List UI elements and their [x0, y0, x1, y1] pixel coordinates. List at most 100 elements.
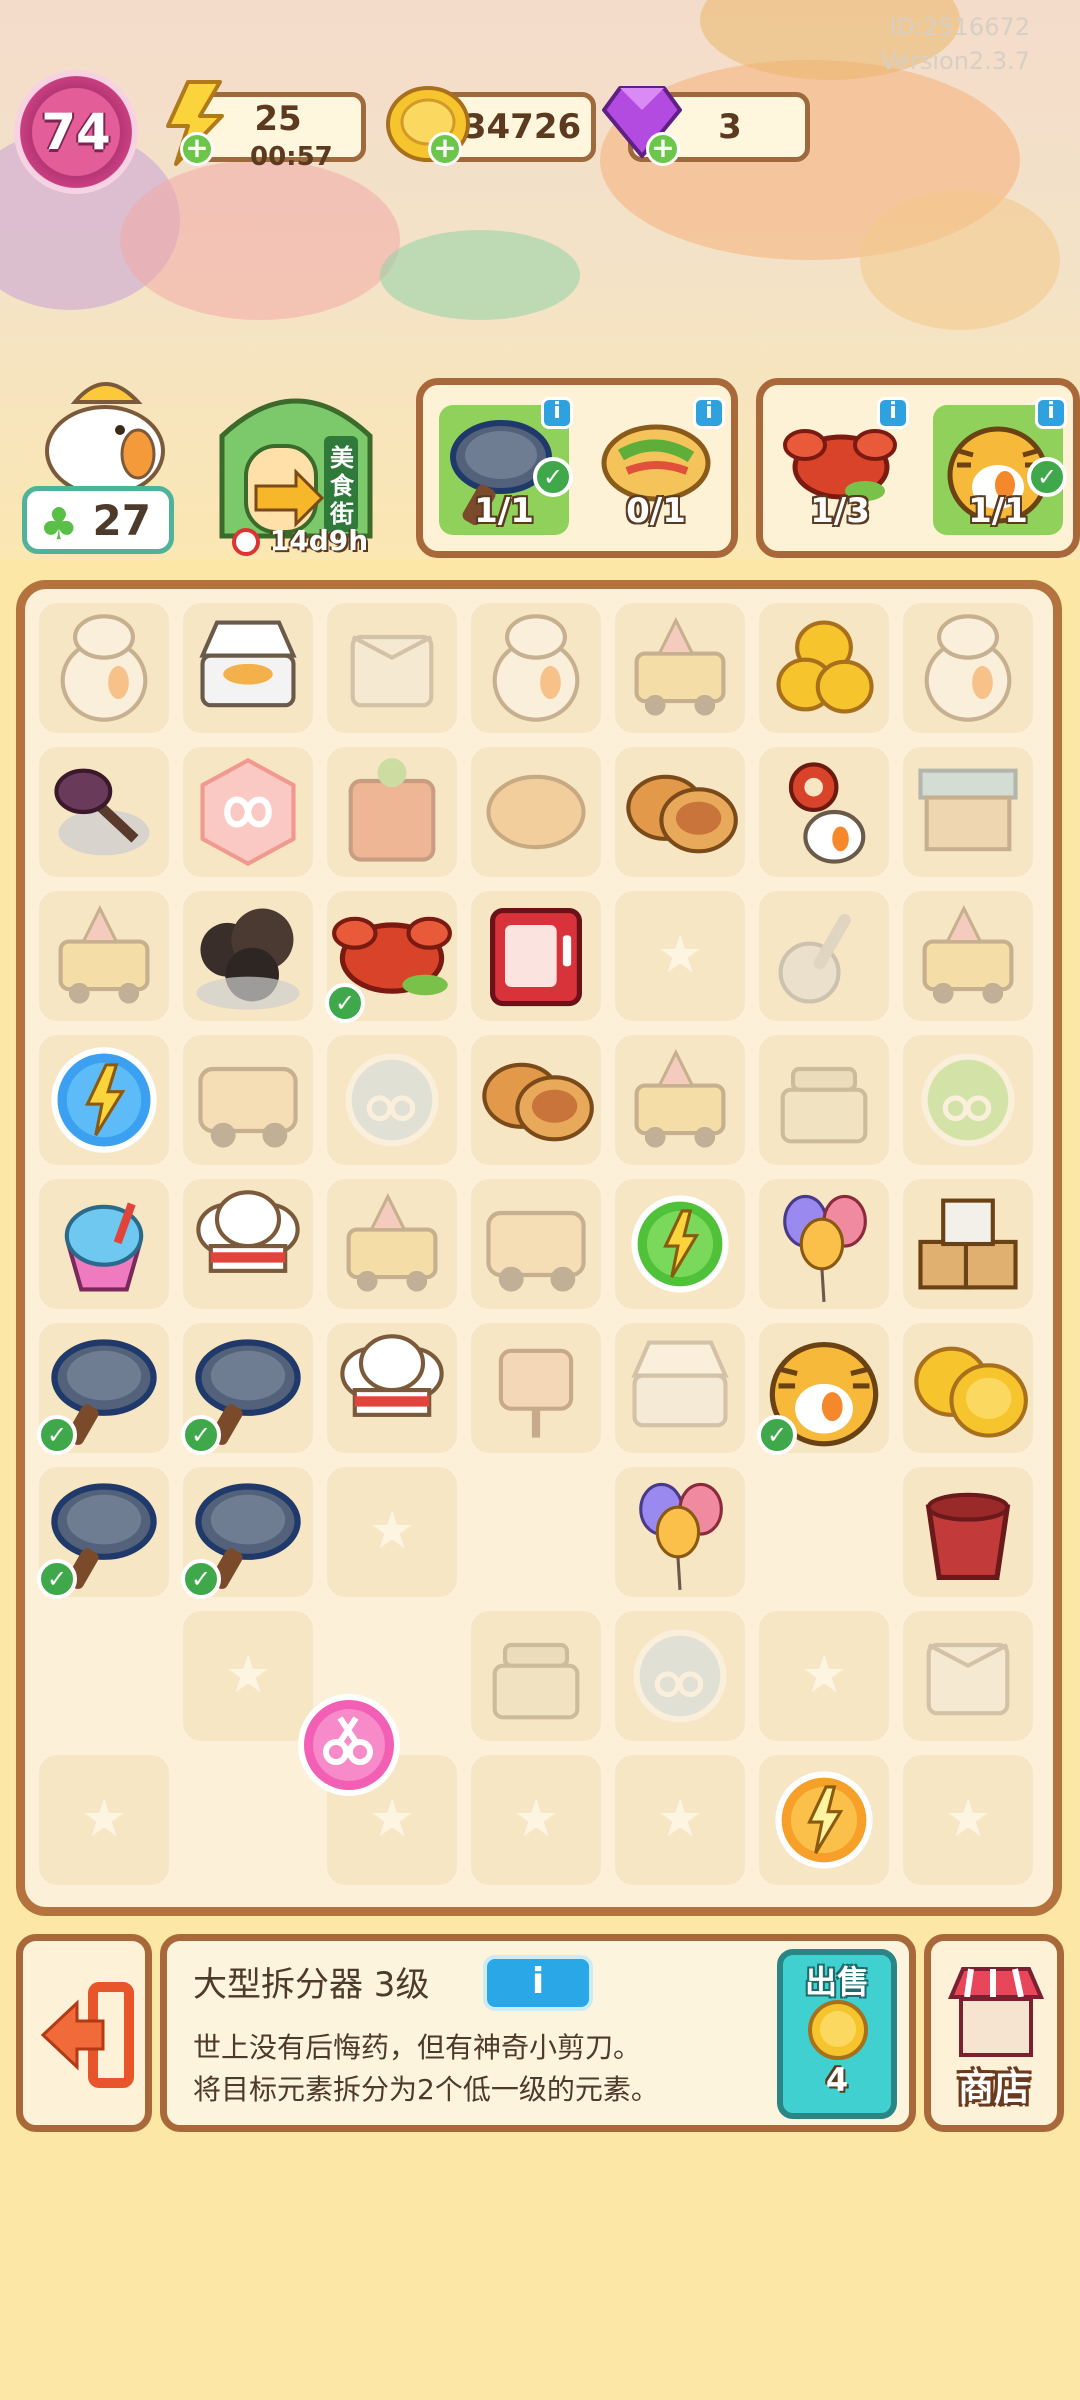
sign-faded-icon	[498, 1348, 574, 1438]
board-cell[interactable]	[39, 891, 169, 1021]
add-energy-button[interactable]: +	[180, 132, 214, 166]
info-icon[interactable]: i	[877, 397, 909, 429]
board-cell[interactable]	[39, 603, 169, 733]
board-cell[interactable]	[615, 891, 745, 1021]
board-cell[interactable]	[759, 1611, 889, 1741]
infinity-tile-icon	[200, 757, 296, 867]
sell-button[interactable]: 出售 4	[777, 1949, 897, 2119]
board-cell[interactable]	[759, 1035, 889, 1165]
exit-button[interactable]	[16, 1934, 152, 2132]
order-item-burrito[interactable]: 0/1 i	[591, 397, 725, 535]
cart-faded-icon	[346, 1193, 438, 1292]
chick-builder-icon[interactable]	[30, 366, 180, 496]
board-cell[interactable]	[759, 1755, 889, 1885]
board-cell[interactable]	[327, 1179, 457, 1309]
ladle-faded-icon	[778, 913, 851, 1004]
board-cell[interactable]	[39, 1755, 169, 1885]
board-cell[interactable]	[615, 747, 745, 877]
board-cell[interactable]	[39, 1611, 169, 1741]
board-cell[interactable]	[471, 891, 601, 1021]
board-cell[interactable]	[615, 603, 745, 733]
board-cell[interactable]	[471, 747, 601, 877]
coins-big-icon	[914, 1346, 1028, 1438]
board-cell[interactable]	[471, 1035, 601, 1165]
board-cell[interactable]	[759, 1179, 889, 1309]
add-gems-button[interactable]: +	[646, 132, 680, 166]
board-cell[interactable]	[903, 1323, 1033, 1453]
scissors-pink-item[interactable]	[294, 1690, 404, 1800]
board-cell[interactable]	[615, 1179, 745, 1309]
board-cell[interactable]	[903, 1755, 1033, 1885]
board-cell[interactable]	[903, 1179, 1033, 1309]
board-cell[interactable]	[327, 603, 457, 733]
scissors-faded-icon	[345, 1053, 439, 1147]
board-cell[interactable]	[759, 603, 889, 733]
shop-button[interactable]: 商店	[924, 1934, 1064, 2132]
board-cell[interactable]	[615, 1035, 745, 1165]
board-cell[interactable]	[471, 603, 601, 733]
food-street-sign: 美食街	[330, 444, 354, 528]
board-cell[interactable]	[903, 747, 1033, 877]
board-cell[interactable]	[39, 1179, 169, 1309]
board-cell[interactable]	[471, 1323, 601, 1453]
board-cell[interactable]	[471, 1611, 601, 1741]
item-info-button[interactable]: i	[483, 1955, 593, 2011]
order-item-lobster[interactable]: 1/3 i	[775, 397, 909, 535]
board-cell[interactable]	[759, 891, 889, 1021]
board-cell[interactable]	[903, 603, 1033, 733]
board-cell[interactable]	[327, 1035, 457, 1165]
sell-label: 出售	[804, 1963, 869, 2001]
board-cell[interactable]	[759, 1467, 889, 1597]
board-cell[interactable]	[615, 1467, 745, 1597]
board-cell[interactable]	[471, 1179, 601, 1309]
board-cell[interactable]	[903, 891, 1033, 1021]
board-cell[interactable]: ✓	[181, 1323, 313, 1455]
board-cell[interactable]: ✓	[757, 1323, 889, 1455]
scale-faded-icon	[492, 1642, 580, 1720]
info-icon[interactable]: i	[541, 397, 573, 429]
board-cell[interactable]	[615, 1323, 745, 1453]
stove-faded-icon	[348, 758, 436, 862]
board-cell[interactable]	[39, 1035, 169, 1165]
board-cell[interactable]	[903, 1467, 1033, 1597]
food-street-building[interactable]: 美食街	[206, 376, 386, 546]
board-cell[interactable]	[759, 747, 889, 877]
board-cell[interactable]	[183, 603, 313, 733]
clock-icon	[232, 528, 260, 556]
board-cell[interactable]	[903, 1611, 1033, 1741]
smoke-web-icon	[196, 908, 300, 1010]
pancakes-icon	[626, 774, 738, 854]
board-cell[interactable]: ✓	[37, 1467, 169, 1599]
clover-counter[interactable]: ♣ 27	[22, 486, 174, 554]
board-cell[interactable]: ✓	[325, 891, 457, 1023]
order-item-frying-pan[interactable]: 1/1 i ✓	[439, 397, 573, 535]
item-description: 世上没有后悔药，但有神奇小剪刀。 将目标元素拆分为2个低一级的元素。	[193, 2027, 659, 2111]
board-cell[interactable]: ✓	[181, 1467, 313, 1599]
box-faded-icon	[926, 1642, 1010, 1716]
board-cell[interactable]	[183, 1179, 313, 1309]
board-cell[interactable]	[471, 1755, 601, 1885]
board-cell[interactable]	[183, 1035, 313, 1165]
board-cell[interactable]	[327, 1467, 457, 1597]
check-icon: ✓	[181, 1559, 221, 1599]
board-cell[interactable]	[327, 747, 457, 877]
board-cell[interactable]	[471, 1467, 601, 1597]
board-cell[interactable]	[615, 1755, 745, 1885]
sell-price: 4	[825, 2061, 849, 2099]
board-cell[interactable]	[183, 891, 313, 1021]
order-item-tiger-chick[interactable]: 1/1 i ✓	[933, 397, 1067, 535]
player-level-badge[interactable]: 74	[14, 70, 138, 194]
info-icon[interactable]: i	[1035, 397, 1067, 429]
info-icon[interactable]: i	[693, 397, 725, 429]
board-cell[interactable]: ✓	[37, 1323, 169, 1455]
board-cell[interactable]	[327, 1323, 457, 1453]
scissors-green-faded-icon	[921, 1053, 1015, 1147]
gem-value: 3	[718, 107, 742, 147]
board-cell[interactable]	[615, 1611, 745, 1741]
board-cell[interactable]	[183, 747, 313, 877]
add-coins-button[interactable]: +	[428, 132, 462, 166]
board-cell[interactable]	[903, 1035, 1033, 1165]
chick-chef-faded-icon	[60, 614, 148, 722]
board-cell[interactable]	[39, 747, 169, 877]
exit-icon	[40, 1982, 134, 2088]
